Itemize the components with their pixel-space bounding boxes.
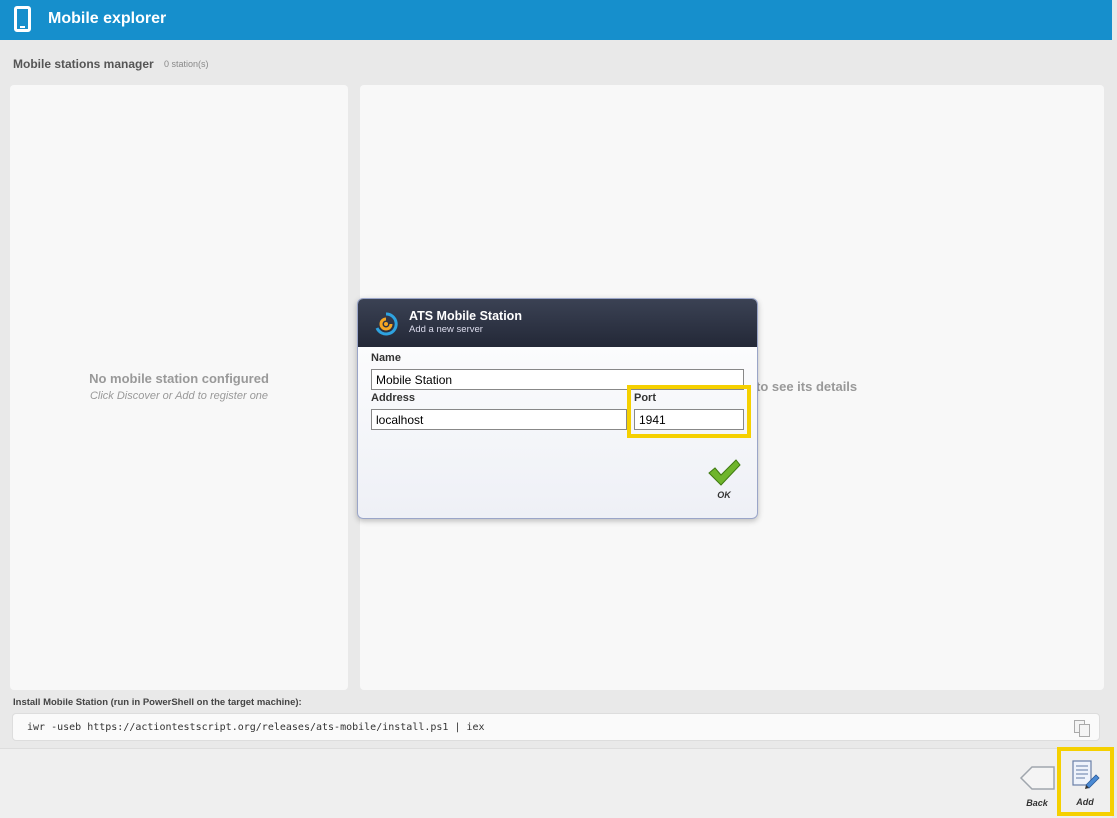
mobile-phone-icon <box>14 6 31 32</box>
checkmark-icon <box>708 459 741 486</box>
empty-list-title: No mobile station configured <box>89 371 269 386</box>
title-bar: Mobile explorer <box>0 0 1112 40</box>
name-label: Name <box>371 352 401 364</box>
port-field-highlight <box>627 385 751 438</box>
address-label: Address <box>371 392 416 404</box>
manager-title: Mobile stations manager <box>13 57 154 71</box>
empty-list-hint: Click Discover or Add to register one <box>89 390 269 402</box>
ok-button-label: OK <box>717 490 731 500</box>
add-server-dialog: ATS Mobile Station Add a new server Name… <box>357 298 758 519</box>
add-button-highlight <box>1057 747 1114 816</box>
app-title: Mobile explorer <box>48 10 167 27</box>
back-arrow-icon <box>1019 766 1055 790</box>
station-list-panel[interactable]: No mobile station configured Click Disco… <box>10 85 348 690</box>
ok-button[interactable]: OK <box>706 457 742 505</box>
dialog-subtitle: Add a new server <box>409 324 483 335</box>
details-hint: to see its details <box>756 379 858 394</box>
back-button[interactable]: Back <box>1012 759 1062 818</box>
copy-icon[interactable] <box>1074 720 1090 737</box>
dialog-title: ATS Mobile Station <box>409 309 522 323</box>
install-command[interactable]: iwr -useb https://actiontestscript.org/r… <box>27 722 485 733</box>
install-label: Install Mobile Station (run in PowerShel… <box>13 697 302 708</box>
address-input[interactable] <box>371 409 627 430</box>
dialog-header: ATS Mobile Station Add a new server <box>358 299 757 347</box>
install-command-box[interactable]: iwr -useb https://actiontestscript.org/r… <box>12 713 1100 741</box>
back-button-label: Back <box>1026 798 1048 808</box>
footer-toolbar: Back <box>0 748 1112 818</box>
station-count: 0 station(s) <box>164 59 209 69</box>
ats-logo-icon <box>375 312 398 336</box>
